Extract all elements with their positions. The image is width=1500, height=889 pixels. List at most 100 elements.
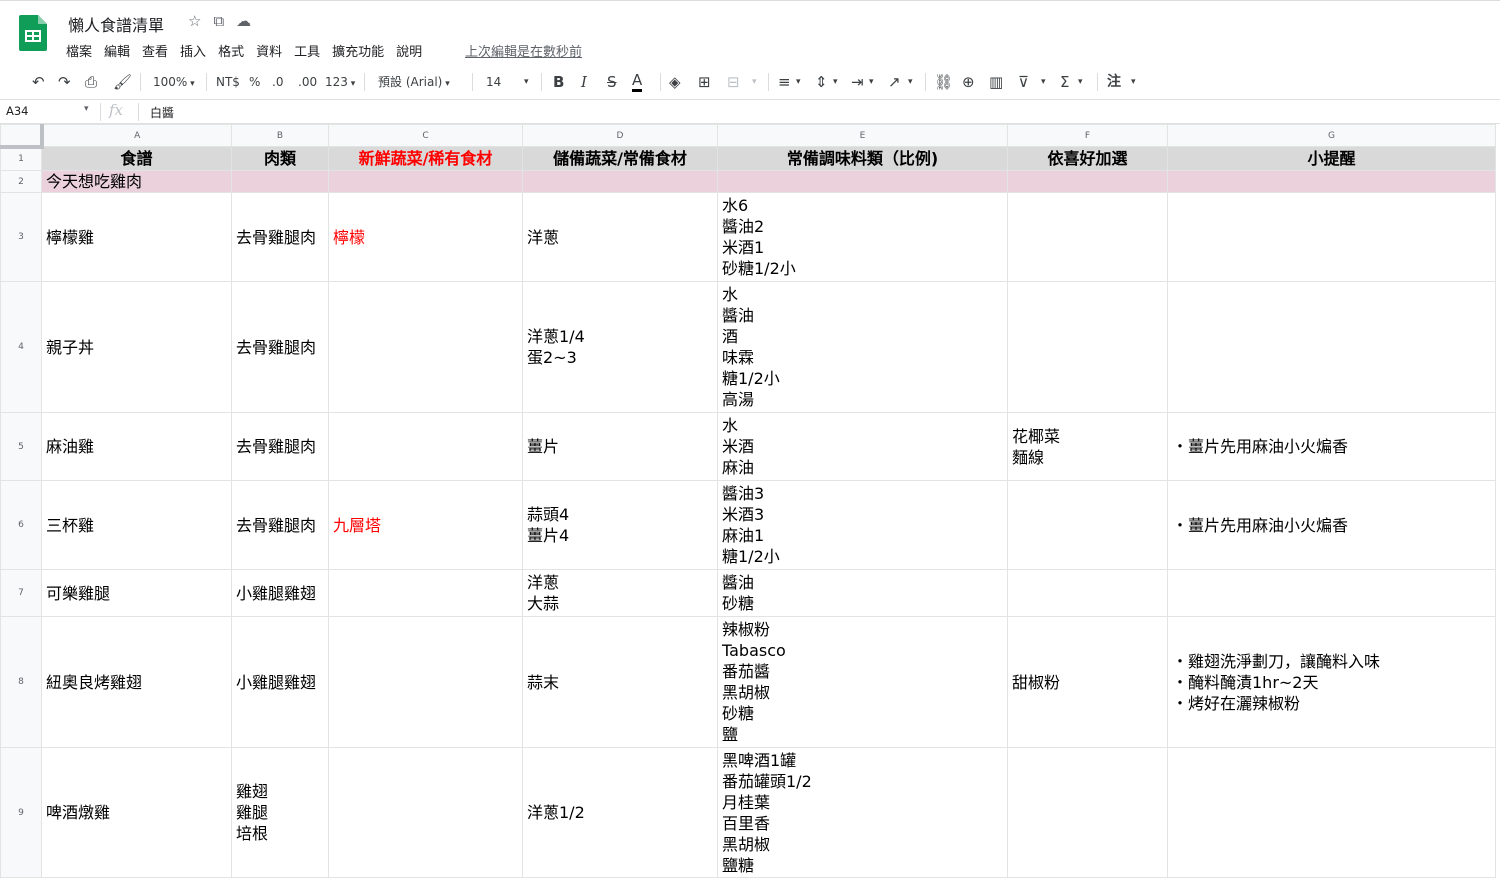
cell-a1[interactable]: 食譜 <box>41 146 232 171</box>
row-header[interactable]: 6 <box>0 480 42 570</box>
cell-g9[interactable] <box>1167 747 1496 878</box>
menu-help[interactable]: 說明 <box>396 41 422 60</box>
input-tools-button[interactable]: 注 <box>1107 72 1121 92</box>
menu-tools[interactable]: 工具 <box>294 41 320 60</box>
column-header[interactable]: B <box>231 124 329 147</box>
valign-caret-icon[interactable]: ▾ <box>833 72 838 92</box>
row-header[interactable]: 8 <box>0 616 42 748</box>
percent-format-button[interactable]: % <box>249 72 260 92</box>
cell-d7[interactable]: 洋蔥 大蒜 <box>522 569 718 617</box>
insert-comment-icon[interactable]: ⊕ <box>962 72 975 92</box>
cell-f1[interactable]: 依喜好加選 <box>1007 146 1168 171</box>
cell-f3[interactable] <box>1007 192 1168 282</box>
functions-icon[interactable]: Σ <box>1060 72 1069 92</box>
fill-color-icon[interactable]: ◈ <box>669 72 681 92</box>
cell-c5[interactable] <box>328 412 523 481</box>
cell-g7[interactable] <box>1167 569 1496 617</box>
cell-d2[interactable] <box>522 170 718 193</box>
cell-a3[interactable]: 檸檬雞 <box>41 192 232 282</box>
insert-link-icon[interactable]: ⛓ <box>934 72 953 92</box>
row-header[interactable]: 7 <box>0 569 42 617</box>
paint-format-icon[interactable]: 🖌 <box>113 72 132 92</box>
cell-b4[interactable]: 去骨雞腿肉 <box>231 281 329 413</box>
cell-d9[interactable]: 洋蔥1/2 <box>522 747 718 878</box>
insert-chart-icon[interactable]: ▥ <box>989 72 1003 92</box>
halign-caret-icon[interactable]: ▾ <box>796 72 801 92</box>
cell-g6[interactable]: ・薑片先用麻油小火煸香 <box>1167 480 1496 570</box>
cell-a4[interactable]: 親子丼 <box>41 281 232 413</box>
cell-d3[interactable]: 洋蔥 <box>522 192 718 282</box>
filter-caret-icon[interactable]: ▾ <box>1041 72 1046 92</box>
column-header[interactable]: D <box>522 124 718 147</box>
filter-icon[interactable]: ⊽ <box>1018 72 1029 92</box>
formula-input[interactable]: 白醬 <box>150 104 174 121</box>
menu-format[interactable]: 格式 <box>218 41 244 60</box>
cell-g5[interactable]: ・薑片先用麻油小火煸香 <box>1167 412 1496 481</box>
font-size-caret-icon[interactable]: ▾ <box>524 72 529 92</box>
cell-d8[interactable]: 蒜末 <box>522 616 718 748</box>
cell-e5[interactable]: 水米酒 麻油 <box>717 412 1008 481</box>
cell-c7[interactable] <box>328 569 523 617</box>
cell-d4[interactable]: 洋蔥1/4 蛋2~3 <box>522 281 718 413</box>
cell-b7[interactable]: 小雞腿雞翅 <box>231 569 329 617</box>
increase-decimal-button[interactable]: .00 <box>298 72 317 92</box>
cell-b1[interactable]: 肉類 <box>231 146 329 171</box>
column-header[interactable]: G <box>1167 124 1496 147</box>
row-header[interactable]: 3 <box>0 192 42 282</box>
cell-a8[interactable]: 紐奧良烤雞翅 <box>41 616 232 748</box>
print-icon[interactable]: ⎙ <box>85 72 97 92</box>
cell-e8[interactable]: 辣椒粉 Tabasco 番茄醬 黑胡椒 砂糖鹽 <box>717 616 1008 748</box>
rotation-caret-icon[interactable]: ▾ <box>908 72 913 92</box>
cell-f2[interactable] <box>1007 170 1168 193</box>
cell-e1[interactable]: 常備調味料類（比例) <box>717 146 1008 171</box>
text-color-button[interactable]: A <box>632 72 643 92</box>
cell-d1[interactable]: 儲備蔬菜/常備食材 <box>522 146 718 171</box>
row-header[interactable]: 1 <box>0 146 42 171</box>
select-all-corner[interactable] <box>0 124 44 149</box>
cell-e4[interactable]: 水醬油酒味霖 糖1/2小 高湯 <box>717 281 1008 413</box>
spreadsheet-grid[interactable]: A B C D E F G 1 食譜 肉類 新鮮蔬菜/稀有食材 儲備蔬菜/常備食材 常備調… <box>0 124 1500 889</box>
cell-f8[interactable]: 甜椒粉 <box>1007 616 1168 748</box>
column-header[interactable]: E <box>717 124 1008 147</box>
cell-g1[interactable]: 小提醒 <box>1167 146 1496 171</box>
cloud-status-icon[interactable]: ☁ <box>236 12 251 30</box>
more-formats-select[interactable]: 123 <box>325 72 355 92</box>
cell-a2[interactable]: 今天想吃雞肉 <box>41 170 232 193</box>
cell-c2[interactable] <box>328 170 523 193</box>
text-rotation-icon[interactable]: ↗ <box>888 72 901 92</box>
merge-cells-icon[interactable]: ⊟ <box>727 72 740 92</box>
cell-c1[interactable]: 新鮮蔬菜/稀有食材 <box>328 146 523 171</box>
currency-format-button[interactable]: NT$ <box>216 72 240 92</box>
row-header[interactable]: 9 <box>0 747 42 878</box>
cell-e9[interactable]: 黑啤酒1罐 番茄罐頭1/2 月桂葉 百里香 黑胡椒 鹽糖 <box>717 747 1008 878</box>
cell-c8[interactable] <box>328 616 523 748</box>
cell-a6[interactable]: 三杯雞 <box>41 480 232 570</box>
cell-g4[interactable] <box>1167 281 1496 413</box>
star-icon[interactable]: ☆ <box>188 12 201 30</box>
borders-icon[interactable]: ⊞ <box>698 72 711 92</box>
cell-a7[interactable]: 可樂雞腿 <box>41 569 232 617</box>
cell-d5[interactable]: 薑片 <box>522 412 718 481</box>
cell-c4[interactable] <box>328 281 523 413</box>
cell-b9[interactable]: 雞翅 雞腿 培根 <box>231 747 329 878</box>
redo-icon[interactable]: ↷ <box>58 72 71 92</box>
document-title[interactable]: 懶人食譜清單 <box>68 12 164 36</box>
name-box-caret-icon[interactable]: ▾ <box>84 104 89 114</box>
cell-e6[interactable]: 醬油3 米酒3 麻油1 糖1/2小 <box>717 480 1008 570</box>
move-folder-icon[interactable]: ⧉ <box>213 12 224 30</box>
cell-g3[interactable] <box>1167 192 1496 282</box>
vertical-align-icon[interactable]: ⇕ <box>815 72 828 92</box>
merge-caret-icon[interactable]: ▾ <box>752 72 757 92</box>
row-header[interactable]: 4 <box>0 281 42 413</box>
menu-edit[interactable]: 編輯 <box>104 41 130 60</box>
font-size-select[interactable]: 14 <box>486 72 501 92</box>
last-edit-status[interactable]: 上次編輯是在數秒前 <box>465 41 582 60</box>
input-tools-caret-icon[interactable]: ▾ <box>1131 72 1136 92</box>
cell-a9[interactable]: 啤酒燉雞 <box>41 747 232 878</box>
cell-c6[interactable]: 九層塔 <box>328 480 523 570</box>
column-header[interactable]: F <box>1007 124 1168 147</box>
cell-f7[interactable] <box>1007 569 1168 617</box>
cell-f4[interactable] <box>1007 281 1168 413</box>
cell-g8[interactable]: ・雞翅洗淨劃刀，讓醃料入味 ・醃料醃漬1hr~2天 ・烤好在灑辣椒粉 <box>1167 616 1496 748</box>
cell-b3[interactable]: 去骨雞腿肉 <box>231 192 329 282</box>
